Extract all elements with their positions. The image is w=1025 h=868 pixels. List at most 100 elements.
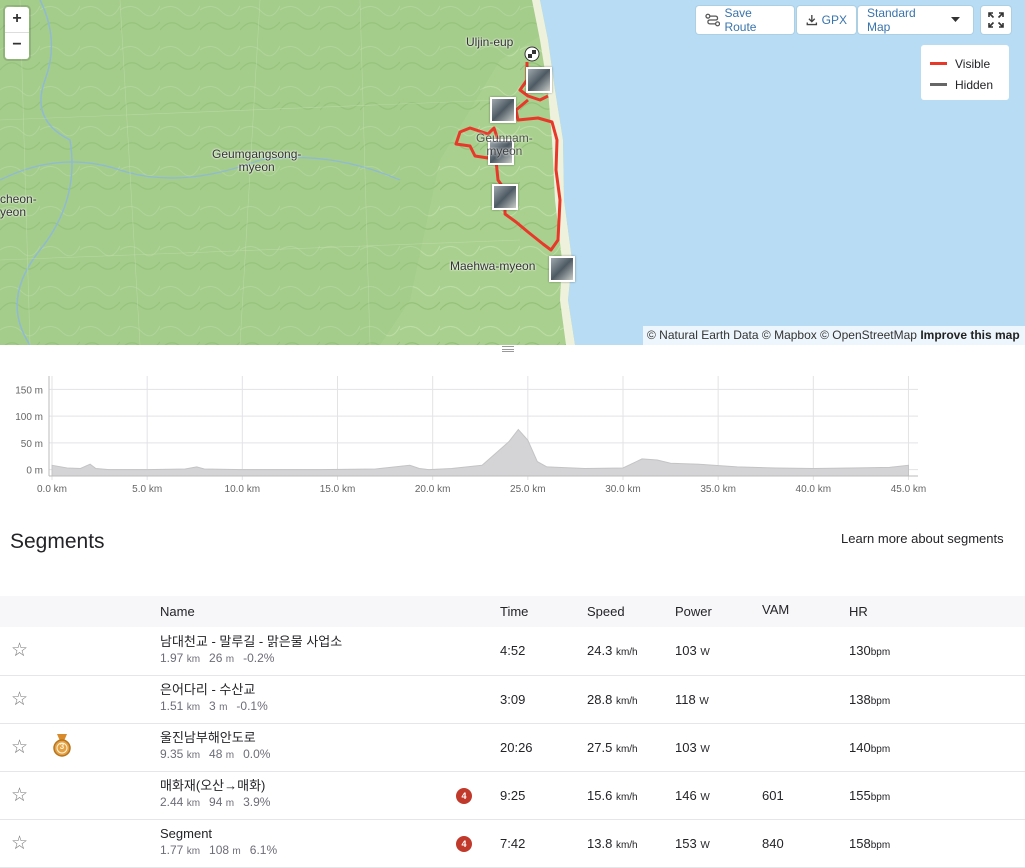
- star-icon[interactable]: ☆: [0, 627, 52, 675]
- segment-name[interactable]: 매화재(오산→매화): [160, 778, 450, 794]
- map-style-dropdown[interactable]: Standard Map: [858, 6, 973, 34]
- unit: bpm: [870, 791, 891, 803]
- power-value: 103: [675, 643, 697, 659]
- segment-distance: 2.44: [160, 795, 184, 809]
- save-route-button[interactable]: Save Route: [696, 6, 794, 34]
- legend-swatch: [930, 83, 947, 86]
- segment-vam: [762, 627, 849, 675]
- segments-table: Name Time Speed Power VAM HR ☆ 남대천교 - 말루길…: [0, 596, 1025, 868]
- place-label: Uljin-eup: [466, 35, 514, 49]
- fullscreen-icon: [988, 12, 1004, 28]
- fullscreen-button[interactable]: [981, 6, 1011, 34]
- unit: bpm: [870, 695, 891, 707]
- segment-vam: [762, 723, 849, 771]
- segment-speed: 15.6 km/h: [587, 771, 675, 819]
- table-row[interactable]: ☆ Segment 1.77 km 108 m 6.1% 4 7:42 13.8 km/h 15…: [0, 819, 1025, 867]
- route-photo[interactable]: [549, 256, 575, 282]
- unit: bpm: [870, 839, 891, 851]
- segment-power: 103 W: [675, 723, 762, 771]
- col-speed[interactable]: Speed: [587, 596, 675, 627]
- table-header: Name Time Speed Power VAM HR: [0, 596, 1025, 627]
- segment-speed: 13.8 km/h: [587, 819, 675, 867]
- segment-time: 9:25: [500, 787, 526, 803]
- segment-vam: 840: [762, 835, 784, 851]
- segment-name[interactable]: 남대천교 - 말루길 - 맑은물 사업소: [160, 634, 450, 650]
- resize-handle[interactable]: [502, 346, 514, 352]
- segment-elevation: 3: [209, 699, 216, 713]
- segment-grade: -0.1%: [236, 699, 268, 713]
- x-tick-label: 25.0 km: [510, 484, 546, 495]
- climb-category-badge: 4: [456, 835, 472, 852]
- segment-time: 4:52: [500, 643, 526, 659]
- segment-power: 103 W: [675, 627, 762, 675]
- legend-label: Visible: [955, 56, 991, 71]
- segment-time: 20:26: [500, 739, 533, 755]
- segment-vam: 601: [762, 787, 784, 803]
- col-hr[interactable]: HR: [849, 596, 1025, 627]
- zoom-control: + −: [5, 7, 29, 59]
- unit: W: [700, 791, 710, 803]
- segment-stats: 9.35 km 48 m 0.0%: [160, 746, 450, 764]
- unit: km: [186, 750, 201, 761]
- segment-name[interactable]: Segment: [160, 826, 450, 842]
- segment-distance: 1.77: [160, 843, 184, 857]
- segment-time: 3:09: [500, 691, 526, 707]
- x-tick-label: 5.0 km: [132, 484, 162, 495]
- star-icon[interactable]: ☆: [0, 675, 52, 723]
- segment-elevation: 94: [209, 795, 223, 809]
- table-row[interactable]: ☆ 매화재(오산→매화) 2.44 km 94 m 3.9% 4 9:25 15.6 km/h…: [0, 771, 1025, 819]
- table-row[interactable]: ☆ 3 울진남부해안도로 9.35 km 48 m 0.0% 20:26 27.5 km/h 1…: [0, 723, 1025, 771]
- unit: W: [700, 839, 710, 851]
- place-label: Maehwa-myeon: [450, 259, 536, 273]
- col-name[interactable]: Name: [160, 596, 450, 627]
- gpx-download-button[interactable]: GPX: [797, 6, 856, 34]
- segment-power: 153 W: [675, 819, 762, 867]
- improve-map-link[interactable]: Improve this map: [920, 328, 1019, 342]
- place-label: Geunnam- myeon: [476, 131, 533, 158]
- legend-swatch: [930, 62, 947, 65]
- unit: bpm: [870, 743, 891, 755]
- unit: m: [225, 653, 235, 665]
- hr-value: 138: [849, 691, 871, 707]
- star-icon[interactable]: ☆: [0, 819, 52, 867]
- col-time[interactable]: Time: [500, 596, 587, 627]
- star-icon[interactable]: ☆: [0, 723, 52, 771]
- route-photo[interactable]: [492, 184, 518, 210]
- y-tick-label: 0 m: [26, 466, 43, 477]
- segment-hr: 140bpm: [849, 723, 1025, 771]
- segment-hr: 130bpm: [849, 627, 1025, 675]
- table-row[interactable]: ☆ 남대천교 - 말루길 - 맑은물 사업소 1.97 km 26 m -0.2% 4:5…: [0, 627, 1025, 675]
- x-tick-label: 0.0 km: [37, 484, 67, 495]
- x-tick-label: 40.0 km: [796, 484, 832, 495]
- power-value: 118: [675, 691, 696, 707]
- unit: m: [219, 702, 228, 713]
- route-photo[interactable]: [526, 67, 552, 93]
- segment-name[interactable]: 울진남부해안도로: [160, 730, 450, 746]
- x-tick-label: 10.0 km: [225, 484, 261, 495]
- speed-value: 24.3: [587, 643, 613, 659]
- unit: km: [186, 798, 201, 809]
- legend-visible[interactable]: Visible: [930, 53, 1000, 74]
- route-map[interactable]: Uljin-eup Geumgangsong- myeon cheon- yeo…: [0, 0, 1025, 345]
- legend-hidden[interactable]: Hidden: [930, 74, 1000, 95]
- segment-distance: 1.97: [160, 650, 184, 665]
- learn-more-link[interactable]: Learn more about segments: [841, 531, 1004, 546]
- unit: bpm: [870, 647, 891, 659]
- segment-speed: 27.5 km/h: [587, 723, 675, 771]
- x-tick-label: 30.0 km: [605, 484, 641, 495]
- col-vam[interactable]: VAM: [762, 596, 849, 627]
- hr-value: 130: [849, 643, 871, 659]
- segment-grade: -0.2%: [243, 650, 275, 665]
- col-power[interactable]: Power: [675, 596, 762, 627]
- attribution-text: © Natural Earth Data © Mapbox © OpenStre…: [647, 328, 917, 342]
- table-row[interactable]: ☆ 은어다리 - 수산교 1.51 km 3 m -0.1% 3:09 28.8 km/h 1…: [0, 675, 1025, 723]
- zoom-in-button[interactable]: +: [5, 7, 29, 33]
- segment-name[interactable]: 은어다리 - 수산교: [160, 682, 450, 698]
- route-photo[interactable]: [490, 97, 516, 123]
- unit: km: [186, 653, 201, 665]
- power-value: 103: [675, 739, 697, 755]
- place-label: cheon- yeon: [0, 192, 37, 219]
- zoom-out-button[interactable]: −: [5, 33, 29, 59]
- star-icon[interactable]: ☆: [0, 771, 52, 819]
- start-finish-flag: [524, 46, 540, 62]
